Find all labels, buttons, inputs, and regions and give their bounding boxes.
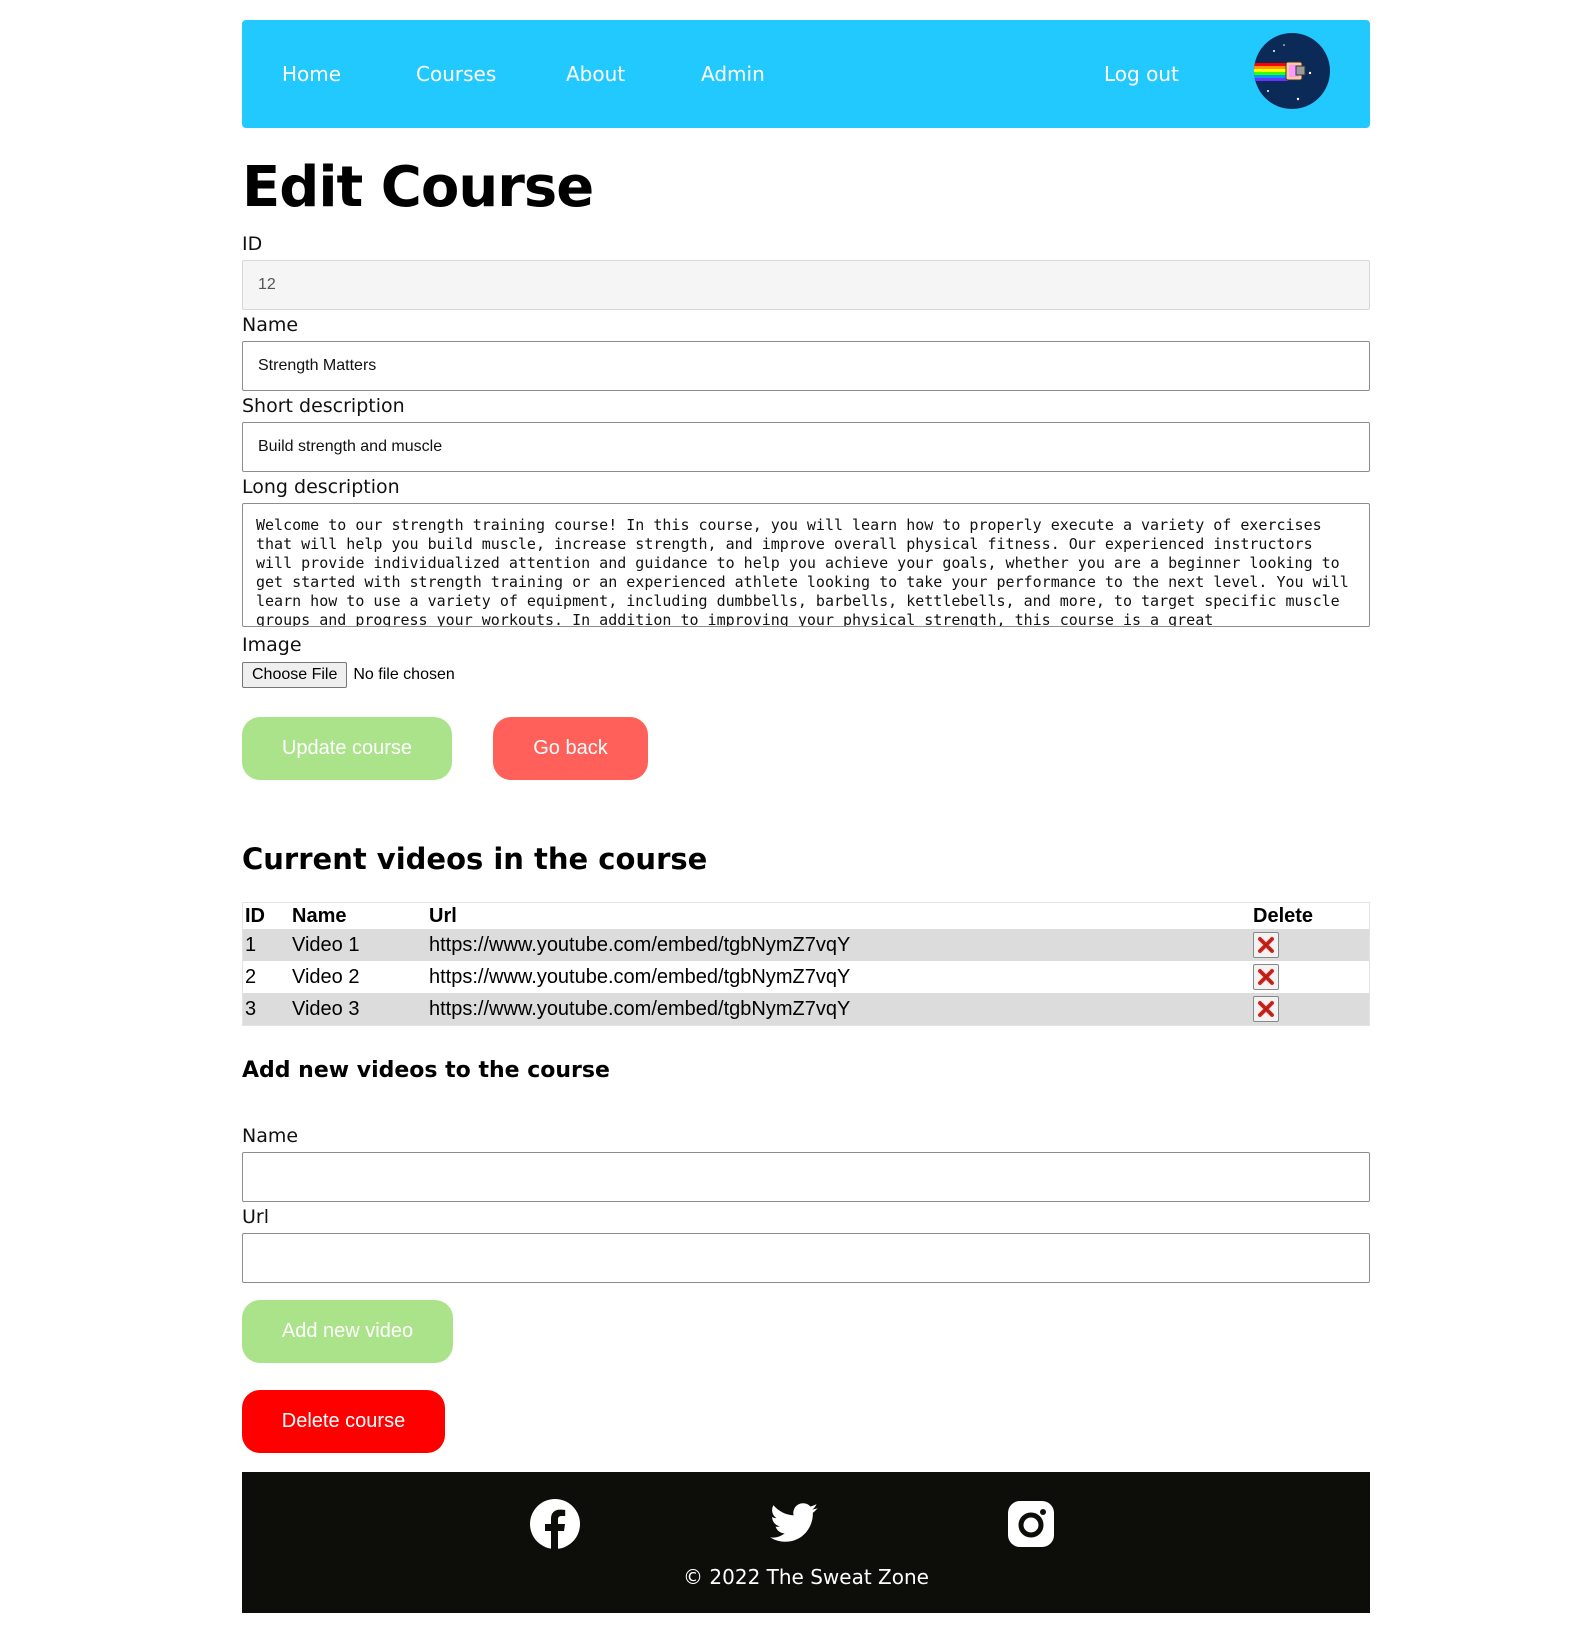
update-course-button[interactable]: Update course: [242, 717, 452, 780]
delete-video-button[interactable]: [1253, 996, 1279, 1022]
name-field[interactable]: Strength Matters: [242, 341, 1370, 391]
red-x-icon: [1258, 937, 1274, 953]
table-row: 1 Video 1 https://www.youtube.com/embed/…: [242, 929, 1370, 961]
long-description-field[interactable]: Welcome to our strength training course!…: [242, 503, 1370, 627]
logout-link[interactable]: Log out: [1104, 20, 1179, 128]
video-url-label: Url: [242, 1206, 269, 1228]
video-name-input[interactable]: [242, 1152, 1370, 1202]
video-url: https://www.youtube.com/embed/tgbNymZ7vq…: [429, 965, 851, 988]
video-url: https://www.youtube.com/embed/tgbNymZ7vq…: [427, 993, 1251, 1026]
file-status: No file chosen: [353, 666, 455, 683]
table-row: 2 Video 2 https://www.youtube.com/embed/…: [243, 961, 1370, 993]
nav-about-link[interactable]: About: [566, 20, 625, 128]
instagram-icon[interactable]: [1005, 1498, 1057, 1550]
column-header-url: Url: [429, 904, 457, 927]
videos-table: ID Name Url Delete 1 Video 1 https://www…: [242, 902, 1370, 1026]
video-name-label: Name: [242, 1125, 299, 1147]
red-x-icon: [1258, 969, 1274, 985]
column-header-name: Name: [292, 904, 347, 927]
copyright-text: © 2022 The Sweat Zone: [683, 1565, 929, 1589]
page-container: Home Courses About Admin Log out Edit Co…: [242, 20, 1370, 1613]
column-header-delete: Delete: [1253, 904, 1314, 927]
video-name: Video 1: [290, 929, 427, 961]
short-description-label: Short description: [242, 395, 405, 417]
choose-file-button[interactable]: Choose File: [242, 662, 348, 688]
go-back-button[interactable]: Go back: [493, 717, 648, 780]
avatar[interactable]: [1254, 33, 1330, 109]
add-videos-heading: Add new videos to the course: [242, 1058, 610, 1083]
table-header-row: ID Name Url Delete: [243, 903, 1370, 930]
image-file-input: Choose File No file chosen: [242, 662, 455, 688]
nav-admin-link[interactable]: Admin: [701, 20, 765, 128]
page-title: Edit Course: [242, 155, 594, 220]
delete-video-button[interactable]: [1253, 964, 1279, 990]
long-description-label: Long description: [242, 476, 400, 498]
nav-courses-link[interactable]: Courses: [416, 20, 496, 128]
current-videos-heading: Current videos in the course: [242, 842, 708, 876]
red-x-icon: [1258, 1001, 1274, 1017]
nyan-cat-avatar-icon: [1254, 44, 1312, 101]
delete-video-button[interactable]: [1253, 932, 1279, 958]
delete-course-button[interactable]: Delete course: [242, 1390, 445, 1453]
delete-cell: [1251, 961, 1370, 993]
video-id: 2: [245, 965, 257, 988]
nav-home-link[interactable]: Home: [282, 20, 341, 128]
image-label: Image: [242, 634, 302, 656]
name-label: Name: [242, 314, 299, 336]
facebook-icon[interactable]: [529, 1498, 581, 1550]
video-id: 1: [242, 929, 290, 961]
twitter-icon[interactable]: [768, 1498, 820, 1550]
short-description-field[interactable]: Build strength and muscle: [242, 422, 1370, 472]
video-name: Video 2: [292, 965, 360, 988]
video-name: Video 3: [290, 993, 427, 1026]
navbar: Home Courses About Admin Log out: [242, 20, 1370, 128]
add-new-video-button[interactable]: Add new video: [242, 1300, 453, 1363]
video-url: https://www.youtube.com/embed/tgbNymZ7vq…: [427, 929, 1251, 961]
column-header-id: ID: [245, 904, 265, 927]
delete-cell: [1251, 993, 1370, 1026]
video-id: 3: [242, 993, 290, 1026]
footer: © 2022 The Sweat Zone: [242, 1472, 1370, 1613]
table-row: 3 Video 3 https://www.youtube.com/embed/…: [242, 993, 1370, 1026]
id-label: ID: [242, 233, 263, 255]
id-field: 12: [242, 260, 1370, 310]
video-url-input[interactable]: [242, 1233, 1370, 1283]
delete-cell: [1251, 929, 1370, 961]
